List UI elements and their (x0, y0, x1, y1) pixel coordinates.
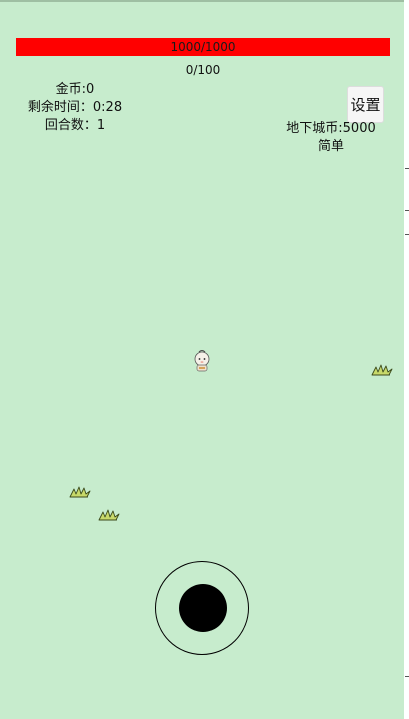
difficulty-label: 简单 (317, 139, 344, 154)
grass-enemy-icon (371, 364, 393, 376)
exp-text: 0/100 (185, 63, 221, 77)
gold-counter: 金币:0 (55, 82, 95, 97)
right-edge-strip (404, 0, 409, 719)
game-area[interactable]: 1000/1000 0/100 金币:0 剩余时间：0:28 回合数：1 设置 … (0, 0, 404, 719)
stats-panel: 金币:0 剩余时间：0:28 回合数：1 (20, 81, 130, 135)
time-remaining: 剩余时间：0:28 (27, 100, 123, 115)
player-character-icon (194, 350, 210, 372)
grass-enemy-icon (98, 509, 120, 521)
grass-enemy-icon (69, 486, 91, 498)
dungeon-info: 地下城币:5000 简单 (280, 120, 382, 156)
joystick-knob[interactable] (179, 584, 227, 632)
dungeon-coins: 地下城币:5000 (286, 121, 376, 136)
hp-bar: 1000/1000 (16, 38, 390, 56)
settings-button[interactable]: 设置 (347, 86, 384, 123)
top-strip (0, 0, 404, 2)
round-counter: 回合数：1 (44, 118, 106, 133)
hp-text: 1000/1000 (170, 40, 236, 54)
